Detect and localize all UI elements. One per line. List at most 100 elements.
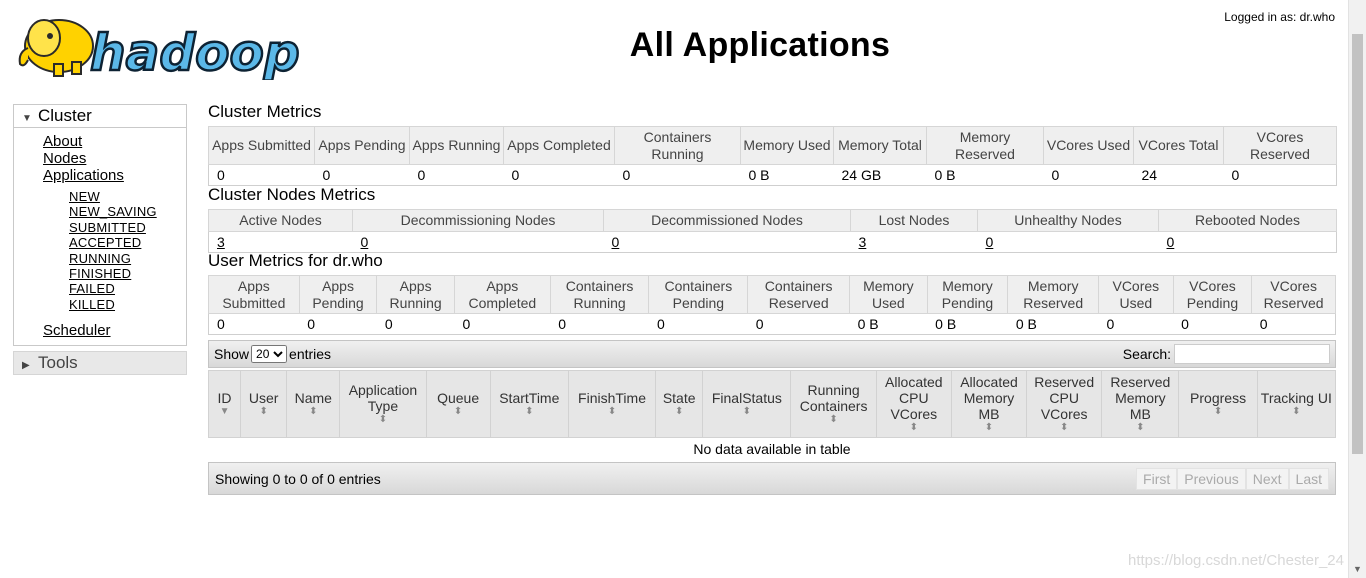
column-header-tracking-ui[interactable]: Tracking UI ⬍: [1256, 370, 1337, 438]
user-metrics-table: Apps Submitted Apps Pending Apps Running…: [208, 275, 1336, 335]
sort-both-icon: ⬍: [674, 406, 684, 417]
metric-value: 0: [208, 313, 300, 335]
col-containers-reserved: Containers Reserved: [747, 275, 851, 314]
cluster-nodes-metrics-table: Active Nodes Decommissioning Nodes Decom…: [208, 209, 1337, 253]
decommissioned-nodes-link[interactable]: 0: [612, 234, 620, 250]
sort-both-icon: ⬍: [829, 414, 838, 425]
nav-link-scheduler[interactable]: Scheduler: [43, 322, 186, 339]
col-apps-running: Apps Running: [409, 126, 504, 165]
sort-both-icon: ⬍: [607, 406, 617, 417]
pagination: First Previous Next Last: [1136, 467, 1329, 490]
metric-value: 0 B: [926, 164, 1044, 186]
page-title: All Applications: [629, 26, 891, 64]
column-header-allocated-cpu-vcores[interactable]: Allocated CPU VCores ⬍: [875, 370, 952, 438]
sort-both-icon: ⬍: [378, 414, 388, 425]
datatable-toolbar: Show 20 entries Search:: [208, 340, 1336, 368]
column-header-label: ID: [217, 390, 232, 406]
column-header-allocated-memory-mb[interactable]: Allocated Memory MB ⬍: [950, 370, 1028, 438]
pager-next-button[interactable]: Next: [1245, 467, 1289, 490]
col-vcores-reserved: VCores Reserved: [1251, 275, 1336, 314]
metric-value: 24: [1133, 164, 1224, 186]
active-nodes-link[interactable]: 3: [217, 234, 225, 250]
entries-label: entries: [289, 346, 332, 362]
metric-value: 0: [503, 164, 615, 186]
column-header-finalstatus[interactable]: FinalStatus ⬍: [702, 370, 792, 438]
col-memory-used: Memory Used: [849, 275, 928, 314]
nav-state-submitted[interactable]: SUBMITTED: [69, 220, 186, 235]
entries-per-page-select[interactable]: 20: [251, 345, 288, 363]
metric-value: 0: [1223, 164, 1337, 186]
column-header-label: Running Containers: [799, 382, 868, 414]
col-vcores-pending: VCores Pending: [1172, 275, 1253, 314]
metric-value: 0: [314, 164, 410, 186]
column-header-id[interactable]: ID ▼: [207, 370, 242, 438]
column-header-label: Application Type: [348, 382, 418, 414]
column-header-name[interactable]: Name ⬍: [286, 370, 341, 438]
col-memory-total: Memory Total: [833, 126, 927, 165]
metric-value: 0: [1173, 313, 1252, 335]
nav-link-applications[interactable]: Applications: [43, 167, 186, 184]
sort-both-icon: ⬍: [525, 406, 534, 417]
column-header-running-containers[interactable]: Running Containers ⬍: [790, 370, 877, 438]
col-vcores-used: VCores Used: [1043, 126, 1134, 165]
column-header-reserved-memory-mb[interactable]: Reserved Memory MB ⬍: [1101, 370, 1180, 438]
nav-state-finished[interactable]: FINISHED: [69, 266, 186, 281]
cluster-nav-toggle[interactable]: ▼ Cluster: [14, 105, 186, 128]
col-vcores-total: VCores Total: [1133, 126, 1224, 165]
column-header-application-type[interactable]: Application Type ⬍: [339, 370, 427, 438]
col-unhealthy-nodes: Unhealthy Nodes: [977, 209, 1159, 232]
nav-state-new[interactable]: NEW: [69, 189, 186, 204]
metric-value: 0: [208, 164, 315, 186]
col-apps-running: Apps Running: [376, 275, 455, 314]
column-header-finishtime[interactable]: FinishTime ⬍: [567, 370, 657, 438]
table-row: 0 0 0 0 0 0 B 24 GB 0 B 0 24 0: [208, 164, 1337, 186]
pager-previous-button[interactable]: Previous: [1177, 467, 1246, 490]
lost-nodes-link[interactable]: 3: [859, 234, 867, 250]
column-header-state[interactable]: State ⬍: [655, 370, 704, 438]
col-decommissioning-nodes: Decommissioning Nodes: [352, 209, 604, 232]
nav-state-failed[interactable]: FAILED: [69, 281, 186, 296]
column-header-starttime[interactable]: StartTime ⬍: [489, 370, 569, 438]
metric-value: 0: [299, 313, 377, 335]
rebooted-nodes-link[interactable]: 0: [1167, 234, 1175, 250]
empty-table-message: No data available in table: [693, 441, 851, 457]
hadoop-wordmark: hadoop: [90, 24, 300, 80]
column-header-user[interactable]: User ⬍: [240, 370, 288, 438]
col-apps-completed: Apps Completed: [453, 275, 551, 314]
col-memory-reserved: Memory Reserved: [1007, 275, 1100, 314]
sort-both-icon: ⬍: [984, 422, 994, 433]
scroll-down-arrow-icon[interactable]: ▼: [1353, 564, 1362, 574]
column-header-label: State: [662, 390, 696, 406]
pager-last-button[interactable]: Last: [1288, 467, 1329, 490]
applications-table: ID ▼ User ⬍ Name ⬍ Application Type ⬍ Queue ⬍ Star…: [207, 370, 1337, 460]
scrollbar-thumb[interactable]: [1352, 34, 1363, 454]
sort-both-icon: ⬍: [453, 406, 463, 417]
nav-state-killed[interactable]: KILLED: [69, 297, 186, 312]
search-label: Search:: [1122, 346, 1171, 362]
column-header-label: User: [248, 390, 279, 406]
datatable-footer: Showing 0 to 0 of 0 entries First Previo…: [208, 462, 1336, 495]
decommissioning-nodes-link[interactable]: 0: [361, 234, 369, 250]
column-header-reserved-cpu-vcores[interactable]: Reserved CPU VCores ⬍: [1026, 370, 1103, 438]
search-input[interactable]: [1174, 344, 1330, 364]
nav-link-about[interactable]: About: [43, 133, 186, 150]
nav-state-accepted[interactable]: ACCEPTED: [69, 235, 186, 250]
metric-value: 0 B: [1007, 313, 1099, 335]
column-header-label: Reserved CPU VCores: [1034, 374, 1095, 422]
column-header-progress[interactable]: Progress ⬍: [1178, 370, 1258, 438]
column-header-queue[interactable]: Queue ⬍: [425, 370, 491, 438]
table-row: 3 0 0 3 0 0: [208, 230, 1337, 253]
metric-value: 0: [648, 313, 748, 335]
unhealthy-nodes-link[interactable]: 0: [986, 234, 994, 250]
table-row: 0 0 0 0 0 0 0 0 B 0 B 0 B 0 0 0: [208, 313, 1336, 335]
tools-nav-label: Tools: [38, 353, 78, 372]
pager-first-button[interactable]: First: [1136, 467, 1178, 490]
vertical-scrollbar[interactable]: ▼: [1348, 0, 1366, 578]
logged-in-user: Logged in as: dr.who: [1224, 10, 1335, 24]
column-header-label: FinalStatus: [711, 390, 782, 406]
tools-nav-toggle[interactable]: ▶ Tools: [14, 352, 186, 374]
sort-both-icon: ⬍: [1059, 422, 1069, 433]
nav-link-nodes[interactable]: Nodes: [43, 150, 186, 167]
nav-state-new-saving[interactable]: NEW_SAVING: [69, 204, 186, 219]
nav-state-running[interactable]: RUNNING: [69, 251, 186, 266]
